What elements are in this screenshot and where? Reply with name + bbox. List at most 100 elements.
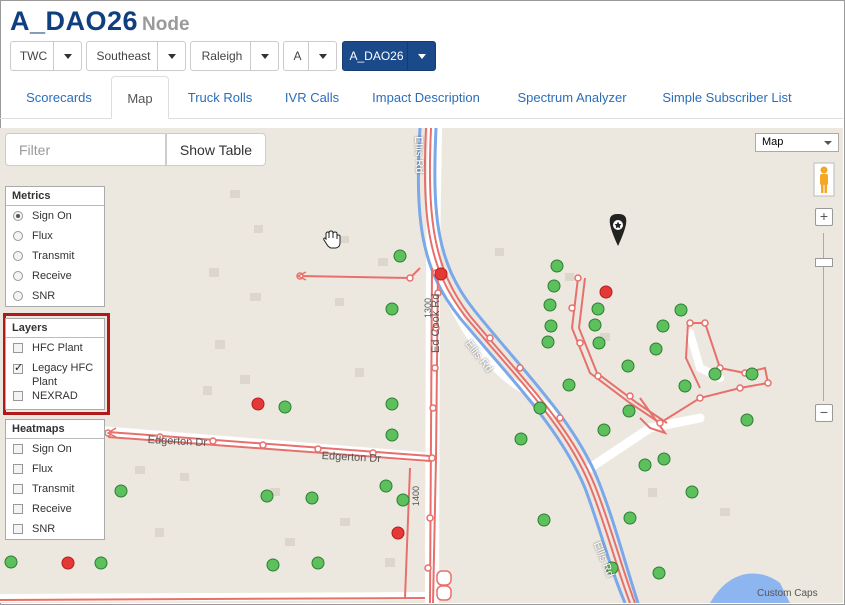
selector-hub[interactable]: A [283,41,337,71]
radio-icon[interactable] [13,231,23,241]
chevron-down-icon[interactable] [407,42,435,70]
zoom-slider-handle[interactable] [815,258,833,267]
zoom-out-button[interactable]: − [815,404,833,422]
node-dot-green[interactable] [385,302,399,316]
node-dot-green[interactable] [674,303,688,317]
map-canvas[interactable]: Ellis Rd Ellis Rd Ellis Rd Edgerton Dr E… [0,128,843,603]
tab-ivr-calls[interactable]: IVR Calls [275,76,349,118]
node-dot-red[interactable] [391,526,405,540]
heatmap-option-flux[interactable]: Flux [6,459,104,479]
tab-map[interactable]: Map [111,76,169,119]
selector-region[interactable]: Southeast [86,41,186,71]
node-dot-green[interactable] [638,458,652,472]
pegman-icon[interactable] [813,162,835,197]
chevron-down-icon[interactable] [308,42,336,70]
node-dot-red[interactable] [251,397,265,411]
node-dot-green[interactable] [114,484,128,498]
node-dot-green[interactable] [379,479,393,493]
layer-option-label: NEXRAD [32,390,78,402]
node-dot-green[interactable] [260,489,274,503]
node-dot-green[interactable] [623,511,637,525]
selector-node[interactable]: A_DAO26 [342,41,436,71]
node-dot-red[interactable] [61,556,75,570]
node-dot-green[interactable] [514,432,528,446]
node-dot-green[interactable] [305,491,319,505]
node-dot-green[interactable] [621,359,635,373]
node-dot-green[interactable] [266,558,280,572]
checkbox-icon[interactable] [13,464,23,474]
node-dot-green[interactable] [591,302,605,316]
node-dot-green[interactable] [562,378,576,392]
metric-option-label: Sign On [32,210,72,222]
checkbox-checked-icon[interactable]: ✓ [13,363,23,374]
show-table-button[interactable]: Show Table [166,133,266,166]
map-type-select[interactable]: Map [755,133,839,152]
node-dot-green[interactable] [740,413,754,427]
heatmap-option-receive[interactable]: Receive [6,499,104,519]
node-dot-green[interactable] [537,513,551,527]
heatmap-option-snr[interactable]: SNR [6,519,104,539]
node-dot-green[interactable] [4,555,18,569]
node-dot-green[interactable] [550,259,564,273]
tab-scorecards[interactable]: Scorecards [12,76,106,118]
checkbox-icon[interactable] [13,504,23,514]
node-dot-green[interactable] [597,423,611,437]
node-dot-green[interactable] [649,342,663,356]
node-dot-green[interactable] [588,318,602,332]
metric-option-receive[interactable]: Receive [6,266,104,286]
map-pin-icon[interactable] [609,214,627,246]
node-dot-red[interactable] [434,267,448,281]
tab-simple-subscriber-list[interactable]: Simple Subscriber List [652,76,802,118]
chevron-down-icon[interactable] [157,42,185,70]
node-dot-red[interactable] [599,285,613,299]
node-dot-green[interactable] [385,397,399,411]
node-dot-green[interactable] [652,566,666,580]
checkbox-icon[interactable] [13,444,23,454]
chevron-down-icon[interactable] [250,42,278,70]
checkbox-icon[interactable] [13,391,23,401]
node-dot-green[interactable] [685,485,699,499]
metric-option-flux[interactable]: Flux [6,226,104,246]
layer-option-nexrad[interactable]: NEXRAD [6,386,104,406]
checkbox-icon[interactable] [13,343,23,353]
node-dot-green[interactable] [393,249,407,263]
selector-market[interactable]: Raleigh [190,41,279,71]
node-dot-green[interactable] [543,298,557,312]
metric-option-transmit[interactable]: Transmit [6,246,104,266]
tab-truck-rolls[interactable]: Truck Rolls [177,76,263,118]
checkbox-icon[interactable] [13,484,23,494]
selector-company[interactable]: TWC [10,41,82,71]
node-dot-green[interactable] [544,319,558,333]
radio-icon[interactable] [13,291,23,301]
node-dot-green[interactable] [311,556,325,570]
node-dot-green[interactable] [385,428,399,442]
filter-input[interactable] [5,133,166,166]
heatmap-option-sign-on[interactable]: Sign On [6,439,104,459]
metric-option-sign-on[interactable]: Sign On [6,206,104,226]
node-dot-green[interactable] [278,400,292,414]
radio-icon[interactable] [13,211,23,221]
checkbox-icon[interactable] [13,524,23,534]
node-dot-green[interactable] [745,367,759,381]
node-dot-green[interactable] [708,367,722,381]
node-dot-green[interactable] [657,452,671,466]
node-dot-green[interactable] [592,336,606,350]
node-dot-green[interactable] [678,379,692,393]
tab-impact-description[interactable]: Impact Description [362,76,490,118]
node-dot-green[interactable] [656,319,670,333]
zoom-in-button[interactable]: + [815,208,833,226]
node-dot-green[interactable] [622,404,636,418]
layer-option-hfc-plant[interactable]: HFC Plant [6,338,104,358]
tab-spectrum-analyzer[interactable]: Spectrum Analyzer [505,76,639,118]
heatmap-option-transmit[interactable]: Transmit [6,479,104,499]
customer-nodes [4,249,759,580]
radio-icon[interactable] [13,271,23,281]
node-dot-green[interactable] [533,401,547,415]
metric-option-snr[interactable]: SNR [6,286,104,306]
node-dot-green[interactable] [547,279,561,293]
node-dot-green[interactable] [541,335,555,349]
radio-icon[interactable] [13,251,23,261]
node-dot-green[interactable] [396,493,410,507]
node-dot-green[interactable] [94,556,108,570]
chevron-down-icon[interactable] [53,42,81,70]
